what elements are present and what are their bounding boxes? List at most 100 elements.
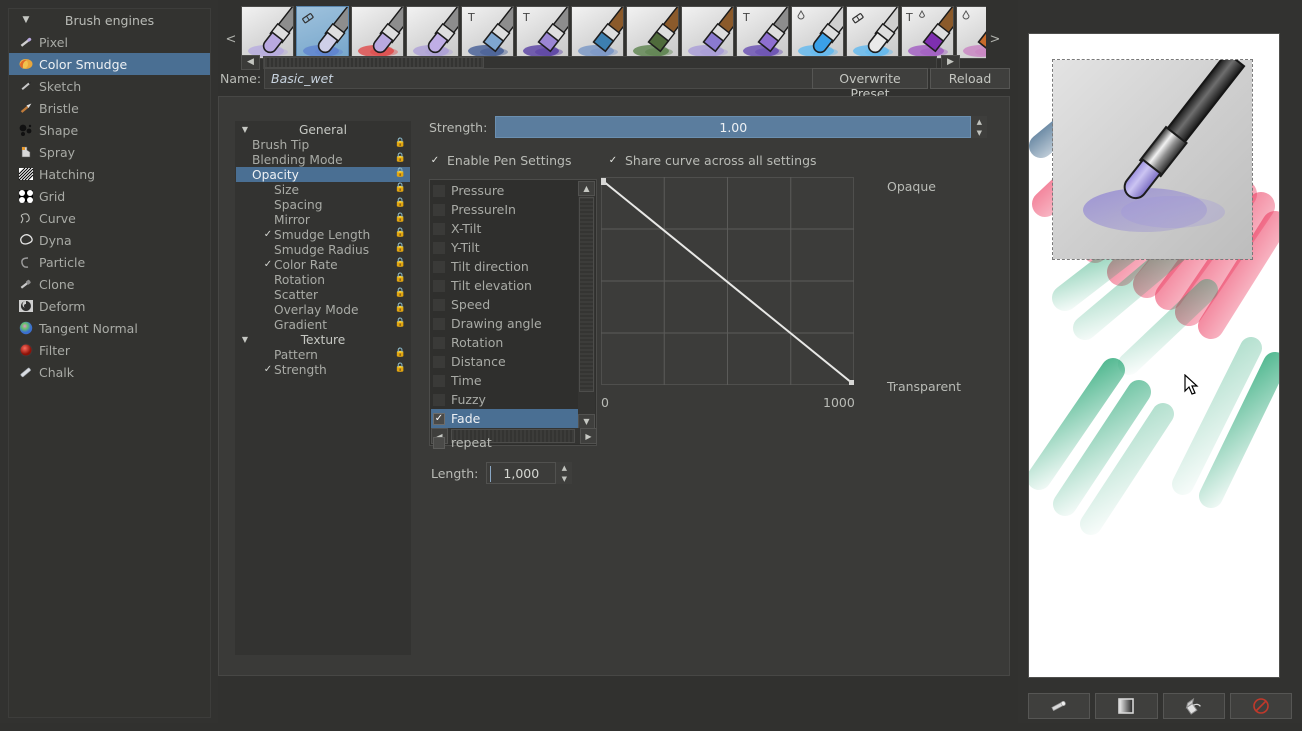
preset-thumb-6[interactable]	[571, 6, 624, 59]
engine-item-hatching[interactable]: Hatching	[9, 163, 210, 185]
sensor-check-icon[interactable]	[433, 242, 445, 254]
tree-group-texture[interactable]: ▼Texture	[236, 332, 410, 347]
length-spin-down-icon[interactable]: ▼	[556, 473, 572, 484]
sensor-item-x-tilt[interactable]: X-Tilt	[431, 219, 579, 238]
sensor-vscroll-thumb[interactable]	[579, 197, 594, 392]
engine-item-spray[interactable]: Spray	[9, 141, 210, 163]
preset-thumb-9[interactable]: T	[736, 6, 789, 59]
lock-icon[interactable]: 🔒	[395, 318, 406, 328]
tree-group-triangle-icon[interactable]: ▼	[236, 125, 254, 134]
sensor-list[interactable]: PressurePressureInX-TiltY-TiltTilt direc…	[431, 181, 579, 429]
lock-icon[interactable]: 🔒	[395, 213, 406, 223]
sensor-item-tilt-direction[interactable]: Tilt direction	[431, 257, 579, 276]
preset-name-input[interactable]	[264, 68, 828, 89]
strength-slider[interactable]: 1.00	[495, 116, 971, 138]
preset-thumb-8[interactable]	[681, 6, 734, 59]
preset-thumb-11[interactable]	[846, 6, 899, 59]
engine-item-pixel[interactable]: Pixel	[9, 31, 210, 53]
lock-icon[interactable]: 🔒	[395, 138, 406, 148]
lock-icon[interactable]: 🔒	[395, 198, 406, 208]
sensor-check-icon[interactable]	[433, 375, 445, 387]
curve-control-point-0[interactable]	[601, 178, 606, 185]
length-input[interactable]: 1,000	[486, 462, 556, 484]
engine-item-filter[interactable]: Filter	[9, 339, 210, 361]
tree-item-size[interactable]: Size🔒	[236, 182, 410, 197]
sensor-scroll-up-icon[interactable]: ▲	[578, 181, 595, 196]
lock-icon[interactable]: 🔒	[395, 303, 406, 313]
tree-item-blending-mode[interactable]: Blending Mode🔒	[236, 152, 410, 167]
sensor-check-icon[interactable]	[433, 204, 445, 216]
curve-plot-svg[interactable]	[601, 177, 854, 385]
engine-item-tangent-normal[interactable]: Tangent Normal	[9, 317, 210, 339]
preset-thumb-7[interactable]	[626, 6, 679, 59]
sensor-hscroll-right-icon[interactable]: ▶	[580, 428, 597, 444]
strength-spin-down-icon[interactable]: ▼	[971, 127, 987, 138]
engine-item-deform[interactable]: Deform	[9, 295, 210, 317]
sensor-vertical-scrollbar[interactable]: ▲ ▼	[578, 181, 595, 429]
tree-item-mirror[interactable]: Mirror🔒	[236, 212, 410, 227]
preset-thumb-10[interactable]	[791, 6, 844, 59]
paint-button[interactable]	[1028, 693, 1090, 719]
response-curve-widget[interactable]	[601, 177, 856, 387]
engine-item-chalk[interactable]: Chalk	[9, 361, 210, 383]
length-spin-up-icon[interactable]: ▲	[556, 462, 572, 473]
engine-item-color-smudge[interactable]: Color Smudge	[9, 53, 210, 75]
tree-item-gradient[interactable]: Gradient🔒	[236, 317, 410, 332]
lock-icon[interactable]: 🔒	[395, 288, 406, 298]
sensor-item-pressurein[interactable]: PressureIn	[431, 200, 579, 219]
engine-item-dyna[interactable]: Dyna	[9, 229, 210, 251]
sensor-item-time[interactable]: Time	[431, 371, 579, 390]
lock-icon[interactable]: 🔒	[395, 273, 406, 283]
sensor-check-icon[interactable]	[433, 185, 445, 197]
tree-item-spacing[interactable]: Spacing🔒	[236, 197, 410, 212]
tree-item-strength[interactable]: ✓Strength🔒	[236, 362, 410, 377]
engine-item-grid[interactable]: Grid	[9, 185, 210, 207]
sensor-item-drawing-angle[interactable]: Drawing angle	[431, 314, 579, 333]
preset-thumb-0[interactable]	[241, 6, 294, 59]
lock-icon[interactable]: 🔒	[395, 243, 406, 253]
scratchpad-frame[interactable]	[1028, 33, 1280, 678]
preset-strip-prev-icon[interactable]: <	[224, 32, 238, 48]
lock-icon[interactable]: 🔒	[395, 363, 406, 373]
enable-pen-settings-checkbox[interactable]: ✓ Enable Pen Settings	[429, 153, 572, 168]
tree-group-general[interactable]: ▼General	[236, 122, 410, 137]
tree-item-smudge-length[interactable]: ✓Smudge Length🔒	[236, 227, 410, 242]
tree-item-smudge-radius[interactable]: Smudge Radius🔒	[236, 242, 410, 257]
lock-icon[interactable]: 🔒	[395, 258, 406, 268]
tree-item-overlay-mode[interactable]: Overlay Mode🔒	[236, 302, 410, 317]
tree-item-rotation[interactable]: Rotation🔒	[236, 272, 410, 287]
preset-thumb-1[interactable]	[296, 6, 349, 59]
preset-thumb-12[interactable]: T	[901, 6, 954, 59]
preset-thumb-13[interactable]	[956, 6, 986, 59]
sensor-item-pressure[interactable]: Pressure	[431, 181, 579, 200]
engine-item-curve[interactable]: Curve	[9, 207, 210, 229]
tree-item-color-rate[interactable]: ✓Color Rate🔒	[236, 257, 410, 272]
sensor-item-speed[interactable]: Speed	[431, 295, 579, 314]
sensor-item-rotation[interactable]: Rotation	[431, 333, 579, 352]
lock-icon[interactable]: 🔒	[395, 228, 406, 238]
sensor-item-tilt-elevation[interactable]: Tilt elevation	[431, 276, 579, 295]
overwrite-preset-button[interactable]: Overwrite Preset	[812, 68, 928, 89]
sensor-item-y-tilt[interactable]: Y-Tilt	[431, 238, 579, 257]
sensor-check-icon[interactable]	[433, 318, 445, 330]
share-curve-checkbox[interactable]: ✓ Share curve across all settings	[607, 153, 817, 168]
tree-item-scatter[interactable]: Scatter🔒	[236, 287, 410, 302]
engine-item-shape[interactable]: Shape	[9, 119, 210, 141]
engine-item-clone[interactable]: Clone	[9, 273, 210, 295]
engine-item-particle[interactable]: Particle	[9, 251, 210, 273]
reload-preset-button[interactable]: Reload	[930, 68, 1010, 89]
tree-group-triangle-icon[interactable]: ▼	[236, 335, 254, 344]
sensor-check-icon[interactable]	[433, 356, 445, 368]
lock-icon[interactable]: 🔒	[395, 153, 406, 163]
sensor-check-icon[interactable]: ✓	[433, 413, 445, 425]
preset-thumb-4[interactable]: T	[461, 6, 514, 59]
sensor-scroll-down-icon[interactable]: ▼	[578, 414, 595, 429]
sensor-item-distance[interactable]: Distance	[431, 352, 579, 371]
tree-item-pattern[interactable]: Pattern🔒	[236, 347, 410, 362]
preset-scroll-thumb[interactable]	[264, 57, 484, 68]
settings-tree[interactable]: ▼GeneralBrush Tip🔒Blending Mode🔒Opacity🔒…	[235, 121, 411, 655]
preset-strip-next-icon[interactable]: >	[988, 32, 1002, 48]
fill-color-button[interactable]	[1163, 693, 1225, 719]
strength-spinner[interactable]: ▲ ▼	[971, 116, 987, 138]
strength-spin-up-icon[interactable]: ▲	[971, 116, 987, 127]
